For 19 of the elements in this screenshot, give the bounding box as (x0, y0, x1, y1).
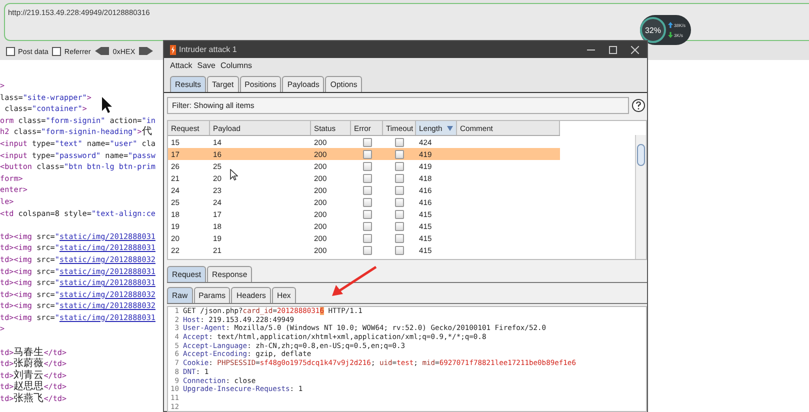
mouse-cursor-icon (230, 169, 238, 181)
upload-arrow-icon (668, 22, 673, 28)
app-logo-icon (170, 44, 176, 54)
menu-item[interactable]: Save (197, 61, 216, 70)
mouse-cursor-icon (102, 97, 114, 114)
menu-item[interactable]: Attack (170, 61, 192, 70)
sort-descending-icon (447, 126, 453, 130)
right-arrow-icon[interactable] (139, 47, 154, 55)
scrollbar[interactable] (635, 135, 646, 259)
load-gauge: 32% (640, 17, 666, 43)
maximize-icon[interactable] (609, 46, 617, 54)
request-editor[interactable] (167, 306, 647, 412)
annotation-arrow (331, 266, 377, 298)
window-title: Intruder attack 1 (179, 45, 237, 54)
help-icon[interactable] (632, 99, 645, 112)
left-arrow-icon[interactable] (94, 47, 109, 55)
download-arrow-icon (668, 32, 673, 38)
menu-item[interactable]: Columns (220, 61, 252, 70)
close-icon[interactable] (631, 46, 639, 54)
